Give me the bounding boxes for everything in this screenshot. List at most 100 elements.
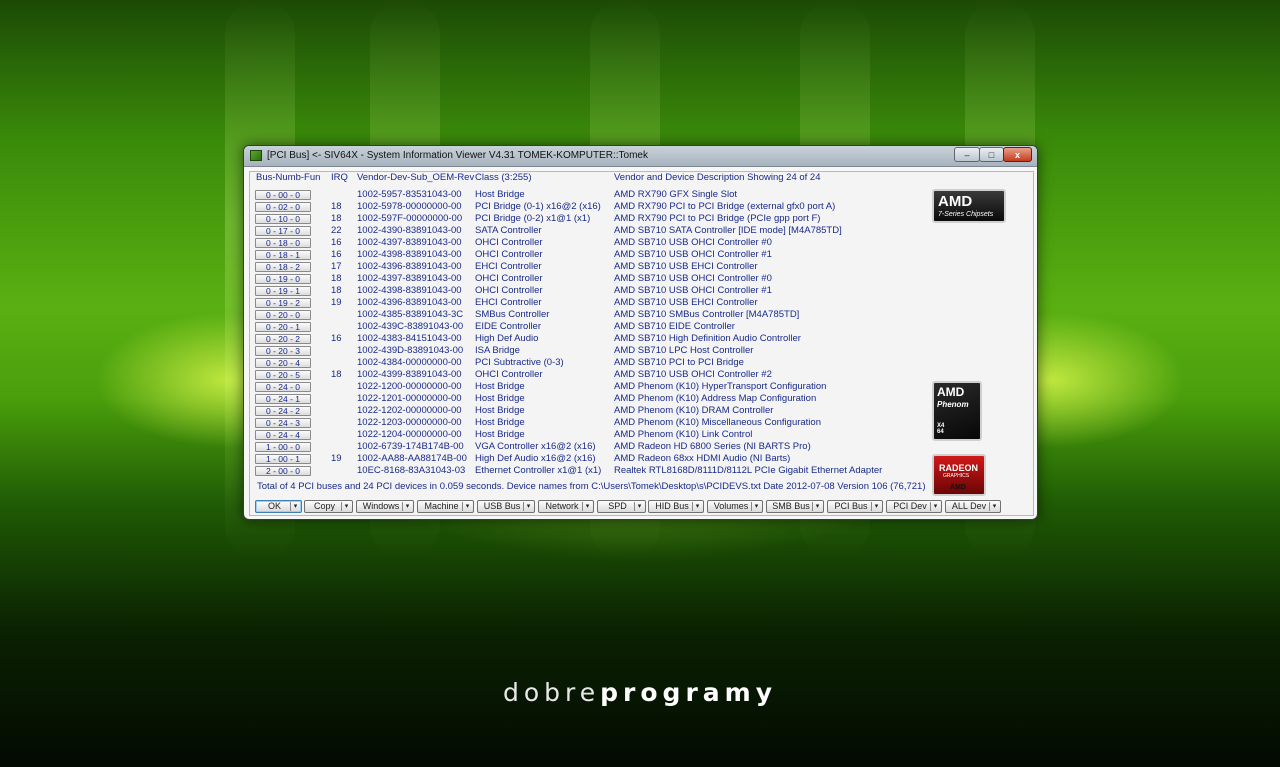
class-cell: Host Bridge xyxy=(475,381,525,393)
description-cell: AMD SB710 SATA Controller [IDE mode] [M4… xyxy=(614,225,842,237)
button-label: SMB Bus xyxy=(772,501,810,511)
bus-number-button[interactable]: 1 - 00 - 0 xyxy=(255,442,311,453)
bus-number-button[interactable]: 0 - 24 - 4 xyxy=(255,430,311,441)
class-cell: PCI Bridge (0-2) x1@1 (x1) xyxy=(475,213,591,225)
dropdown-arrow-icon[interactable]: ▾ xyxy=(634,502,644,511)
description-cell: AMD RX790 PCI to PCI Bridge (PCIe gpp po… xyxy=(614,213,821,225)
radeon-logo-text: RADEON xyxy=(939,463,979,473)
vendor-id-cell: 1002-439D-83891043-00 xyxy=(357,345,464,357)
dropdown-arrow-icon[interactable]: ▾ xyxy=(930,502,940,511)
bus-number-button[interactable]: 0 - 18 - 0 xyxy=(255,238,311,249)
header-vendor: Vendor-Dev-Sub_OEM-Rev xyxy=(357,172,475,183)
class-cell: OHCI Controller xyxy=(475,237,543,249)
class-cell: ISA Bridge xyxy=(475,345,520,357)
network-button[interactable]: Network ▾ xyxy=(538,500,594,513)
class-cell: SATA Controller xyxy=(475,225,542,237)
hid-bus-button[interactable]: HID Bus ▾ xyxy=(648,500,704,513)
dropdown-arrow-icon[interactable]: ▾ xyxy=(582,502,592,511)
irq-cell: 18 xyxy=(331,213,342,225)
irq-cell: 18 xyxy=(331,201,342,213)
spd-button[interactable]: SPD ▾ xyxy=(597,500,646,513)
description-cell: AMD SB710 SMBus Controller [M4A785TD] xyxy=(614,309,800,321)
copy-button[interactable]: Copy ▾ xyxy=(304,500,353,513)
description-cell: AMD SB710 USB OHCI Controller #0 xyxy=(614,237,772,249)
button-label: SPD xyxy=(608,501,627,511)
description-cell: AMD Radeon HD 6800 Series (NI BARTS Pro) xyxy=(614,441,811,453)
bus-number-button[interactable]: 0 - 18 - 2 xyxy=(255,262,311,273)
bus-number-button[interactable]: 0 - 24 - 0 xyxy=(255,382,311,393)
vendor-id-cell: 1002-4385-83891043-3C xyxy=(357,309,464,321)
volumes-button[interactable]: Volumes ▾ xyxy=(707,500,763,513)
vendor-id-cell: 1002-AA88-AA88174B-00 xyxy=(357,453,467,465)
class-cell: High Def Audio x16@2 (x16) xyxy=(475,453,596,465)
class-cell: Host Bridge xyxy=(475,429,525,441)
dropdown-arrow-icon[interactable]: ▾ xyxy=(751,502,761,511)
bus-number-button[interactable]: 2 - 00 - 0 xyxy=(255,466,311,477)
amd-logo-text: AMD xyxy=(937,385,965,399)
bus-number-button[interactable]: 0 - 17 - 0 xyxy=(255,226,311,237)
all-dev-button[interactable]: ALL Dev ▾ xyxy=(945,500,1001,513)
ok-button[interactable]: OK ▾ xyxy=(255,500,302,513)
vendor-id-cell: 1002-4384-00000000-00 xyxy=(357,357,462,369)
dropdown-arrow-icon[interactable]: ▾ xyxy=(290,502,300,511)
class-cell: VGA Controller x16@2 (x16) xyxy=(475,441,596,453)
vendor-id-cell: 1002-5957-83531043-00 xyxy=(357,189,462,200)
vendor-id-cell: 1002-4396-83891043-00 xyxy=(357,261,462,273)
class-cell: OHCI Controller xyxy=(475,285,543,297)
bus-number-button[interactable]: 0 - 19 - 1 xyxy=(255,286,311,297)
close-button[interactable]: x xyxy=(1003,147,1032,162)
vendor-id-cell: 1022-1203-00000000-00 xyxy=(357,417,462,429)
irq-cell: 18 xyxy=(331,273,342,285)
vendor-id-cell: 1002-4397-83891043-00 xyxy=(357,237,462,249)
bus-number-button[interactable]: 0 - 00 - 0 xyxy=(255,190,311,200)
bus-number-button[interactable]: 0 - 02 - 0 xyxy=(255,202,311,213)
dropdown-arrow-icon[interactable]: ▾ xyxy=(692,502,702,511)
bus-number-button[interactable]: 0 - 20 - 5 xyxy=(255,370,311,381)
bus-number-button[interactable]: 0 - 20 - 4 xyxy=(255,358,311,369)
title-bar[interactable]: [PCI Bus] <- SIV64X - System Information… xyxy=(244,146,1037,167)
bus-number-button[interactable]: 0 - 20 - 1 xyxy=(255,322,311,333)
dropdown-arrow-icon[interactable]: ▾ xyxy=(341,502,351,511)
smb-bus-button[interactable]: SMB Bus ▾ xyxy=(766,500,824,513)
bus-number-button[interactable]: 0 - 19 - 2 xyxy=(255,298,311,309)
usb-bus-button[interactable]: USB Bus ▾ xyxy=(477,500,535,513)
vendor-id-cell: 1002-4383-84151043-00 xyxy=(357,333,462,345)
class-cell: OHCI Controller xyxy=(475,369,543,381)
pci-bus-button[interactable]: PCI Bus ▾ xyxy=(827,500,883,513)
class-cell: High Def Audio xyxy=(475,333,539,345)
description-cell: AMD Phenom (K10) DRAM Controller xyxy=(614,405,774,417)
bus-number-button[interactable]: 0 - 20 - 0 xyxy=(255,310,311,321)
pci-dev-button[interactable]: PCI Dev ▾ xyxy=(886,500,942,513)
bus-number-button[interactable]: 0 - 20 - 2 xyxy=(255,334,311,345)
bus-number-button[interactable]: 0 - 24 - 3 xyxy=(255,418,311,429)
class-cell: Host Bridge xyxy=(475,189,525,200)
bus-number-button[interactable]: 0 - 20 - 3 xyxy=(255,346,311,357)
bus-number-button[interactable]: 0 - 19 - 0 xyxy=(255,274,311,285)
bus-number-button[interactable]: 1 - 00 - 1 xyxy=(255,454,311,465)
dropdown-arrow-icon[interactable]: ▾ xyxy=(812,502,822,511)
description-cell: AMD Phenom (K10) Miscellaneous Configura… xyxy=(614,417,821,429)
machine-button[interactable]: Machine ▾ xyxy=(417,500,474,513)
class-cell: EIDE Controller xyxy=(475,321,541,333)
maximize-button[interactable]: □ xyxy=(979,147,1004,162)
bus-number-button[interactable]: 0 - 24 - 2 xyxy=(255,406,311,417)
bus-number-button[interactable]: 0 - 24 - 1 xyxy=(255,394,311,405)
dropdown-arrow-icon[interactable]: ▾ xyxy=(871,502,881,511)
irq-cell: 16 xyxy=(331,249,342,261)
vendor-id-cell: 1002-4399-83891043-00 xyxy=(357,369,462,381)
amd-phenom-logo: AMD Phenom X4 64 xyxy=(932,381,982,441)
minimize-button[interactable]: – xyxy=(954,147,980,162)
vendor-id-cell: 1022-1202-00000000-00 xyxy=(357,405,462,417)
dropdown-arrow-icon[interactable]: ▾ xyxy=(989,502,999,511)
description-cell: AMD SB710 PCI to PCI Bridge xyxy=(614,357,744,369)
dropdown-arrow-icon[interactable]: ▾ xyxy=(462,502,472,511)
dropdown-arrow-icon[interactable]: ▾ xyxy=(523,502,533,511)
windows-button[interactable]: Windows ▾ xyxy=(356,500,414,513)
description-cell: AMD SB710 USB OHCI Controller #0 xyxy=(614,273,772,285)
bus-number-button[interactable]: 0 - 10 - 0 xyxy=(255,214,311,225)
description-cell: AMD SB710 USB OHCI Controller #2 xyxy=(614,369,772,381)
bus-number-button[interactable]: 0 - 18 - 1 xyxy=(255,250,311,261)
class-cell: Host Bridge xyxy=(475,417,525,429)
class-cell: Ethernet Controller x1@1 (x1) xyxy=(475,465,602,477)
dropdown-arrow-icon[interactable]: ▾ xyxy=(402,502,412,511)
